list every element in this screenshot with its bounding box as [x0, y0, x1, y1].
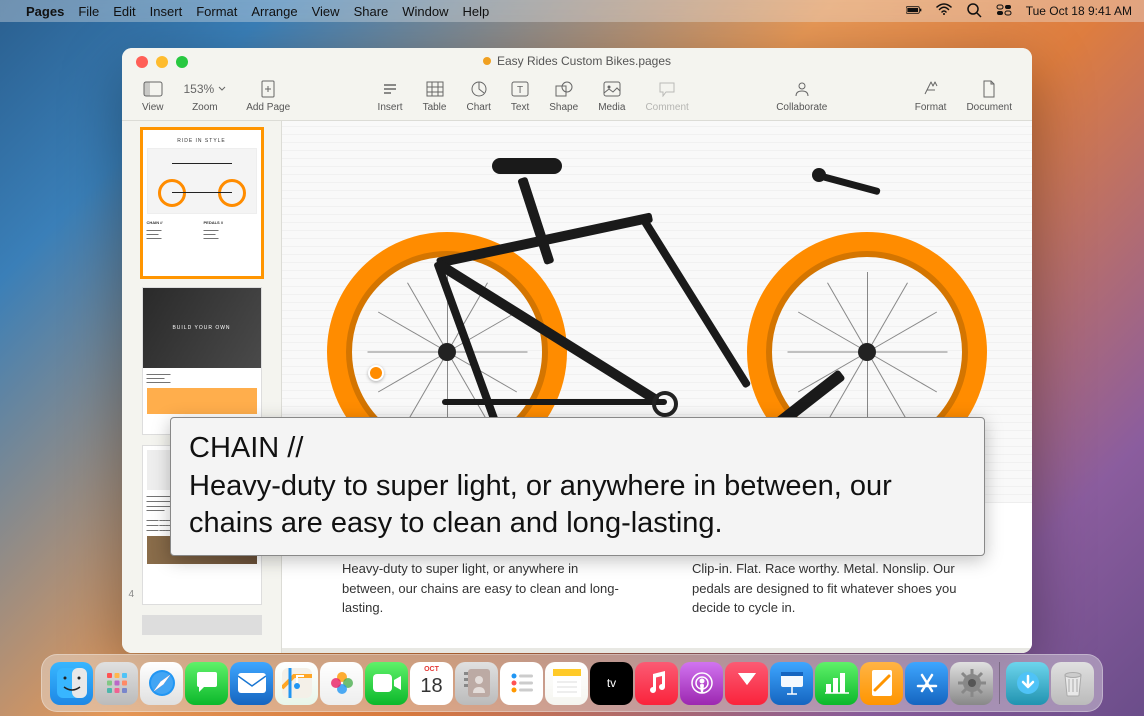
dock-separator [999, 662, 1000, 704]
dock-messages[interactable] [185, 662, 228, 705]
column-body: Heavy-duty to super light, or anywhere i… [342, 559, 632, 618]
toolbar-comment: Comment [639, 78, 694, 113]
menubar: Pages File Edit Insert Format Arrange Vi… [0, 0, 1144, 22]
toolbar-add-page[interactable]: Add Page [240, 78, 296, 113]
battery-icon[interactable] [906, 2, 922, 21]
control-center-icon[interactable] [996, 2, 1012, 21]
toolbar: View 153%Zoom Add Page Insert Table Char… [122, 74, 1032, 121]
menu-arrange[interactable]: Arrange [251, 4, 297, 19]
callout-dot[interactable] [368, 365, 384, 381]
dock-maps[interactable] [275, 662, 318, 705]
menu-view[interactable]: View [312, 4, 340, 19]
menu-edit[interactable]: Edit [113, 4, 135, 19]
window-close[interactable] [136, 56, 148, 68]
dock-notes[interactable] [545, 662, 588, 705]
dock-pages[interactable] [860, 662, 903, 705]
hover-text-preview: CHAIN // Heavy-duty to super light, or a… [170, 417, 985, 556]
window-fullscreen[interactable] [176, 56, 188, 68]
dock-appstore[interactable] [905, 662, 948, 705]
spotlight-icon[interactable] [966, 2, 982, 21]
dock-safari[interactable] [140, 662, 183, 705]
dock-tv[interactable]: tv [590, 662, 633, 705]
dock: OCT18 tv [41, 654, 1103, 712]
toolbar-media[interactable]: Media [592, 78, 631, 113]
window-title: Easy Rides Custom Bikes.pages [497, 54, 671, 68]
document-page: CHAIN // Heavy-duty to super light, or a… [282, 121, 1032, 648]
dock-trash[interactable] [1051, 662, 1094, 705]
dock-numbers[interactable] [815, 662, 858, 705]
hover-body: Heavy-duty to super light, or anywhere i… [189, 470, 892, 540]
toolbar-format[interactable]: Format [909, 78, 953, 113]
menu-insert[interactable]: Insert [150, 4, 183, 19]
dock-launchpad[interactable] [95, 662, 138, 705]
app-menu[interactable]: Pages [26, 4, 64, 19]
dock-finder[interactable] [50, 662, 93, 705]
window-minimize[interactable] [156, 56, 168, 68]
edited-indicator-icon [483, 57, 491, 65]
dock-reminders[interactable] [500, 662, 543, 705]
dock-photos[interactable] [320, 662, 363, 705]
dock-keynote[interactable] [770, 662, 813, 705]
dock-system-settings[interactable] [950, 662, 993, 705]
dock-downloads[interactable] [1006, 662, 1049, 705]
thumbnail-page-4[interactable] [142, 615, 262, 635]
thumbnail-page-2[interactable]: BUILD YOUR OWN ▬▬▬▬▬▬▬▬▬▬▬▬▬▬▬▬▬▬▬▬▬▬ 3 [142, 287, 262, 435]
toolbar-zoom[interactable]: 153%Zoom [178, 78, 233, 113]
menu-share[interactable]: Share [354, 4, 389, 19]
toolbar-view[interactable]: View [136, 78, 170, 113]
dock-facetime[interactable] [365, 662, 408, 705]
thumbnail-page-1[interactable]: RIDE IN STYLE CHAIN //▬▬▬▬▬▬▬▬▬▬▬▬▬▬PEDA… [142, 129, 262, 277]
toolbar-chart[interactable]: Chart [460, 78, 496, 113]
dock-news[interactable] [725, 662, 768, 705]
menu-file[interactable]: File [78, 4, 99, 19]
column-body: Clip-in. Flat. Race worthy. Metal. Nonsl… [692, 559, 982, 618]
toolbar-shape[interactable]: Shape [543, 78, 584, 113]
pages-window: Easy Rides Custom Bikes.pages View 153%Z… [122, 48, 1032, 653]
page-thumbnails-sidebar[interactable]: RIDE IN STYLE CHAIN //▬▬▬▬▬▬▬▬▬▬▬▬▬▬PEDA… [122, 121, 282, 653]
dock-calendar[interactable]: OCT18 [410, 662, 453, 705]
svg-text:T: T [517, 85, 523, 96]
document-canvas[interactable]: CHAIN // Heavy-duty to super light, or a… [282, 121, 1032, 653]
titlebar: Easy Rides Custom Bikes.pages [122, 48, 1032, 74]
menu-help[interactable]: Help [463, 4, 490, 19]
toolbar-collaborate[interactable]: Collaborate [770, 78, 833, 113]
dock-mail[interactable] [230, 662, 273, 705]
wifi-icon[interactable] [936, 2, 952, 21]
toolbar-table[interactable]: Table [417, 78, 453, 113]
hover-heading: CHAIN // [189, 432, 303, 464]
menu-window[interactable]: Window [402, 4, 448, 19]
dock-music[interactable] [635, 662, 678, 705]
dock-contacts[interactable] [455, 662, 498, 705]
menu-format[interactable]: Format [196, 4, 237, 19]
toolbar-insert[interactable]: Insert [372, 78, 409, 113]
dock-podcasts[interactable] [680, 662, 723, 705]
toolbar-text[interactable]: TText [505, 78, 535, 113]
menubar-clock[interactable]: Tue Oct 18 9:41 AM [1026, 4, 1132, 18]
toolbar-document[interactable]: Document [960, 78, 1018, 113]
